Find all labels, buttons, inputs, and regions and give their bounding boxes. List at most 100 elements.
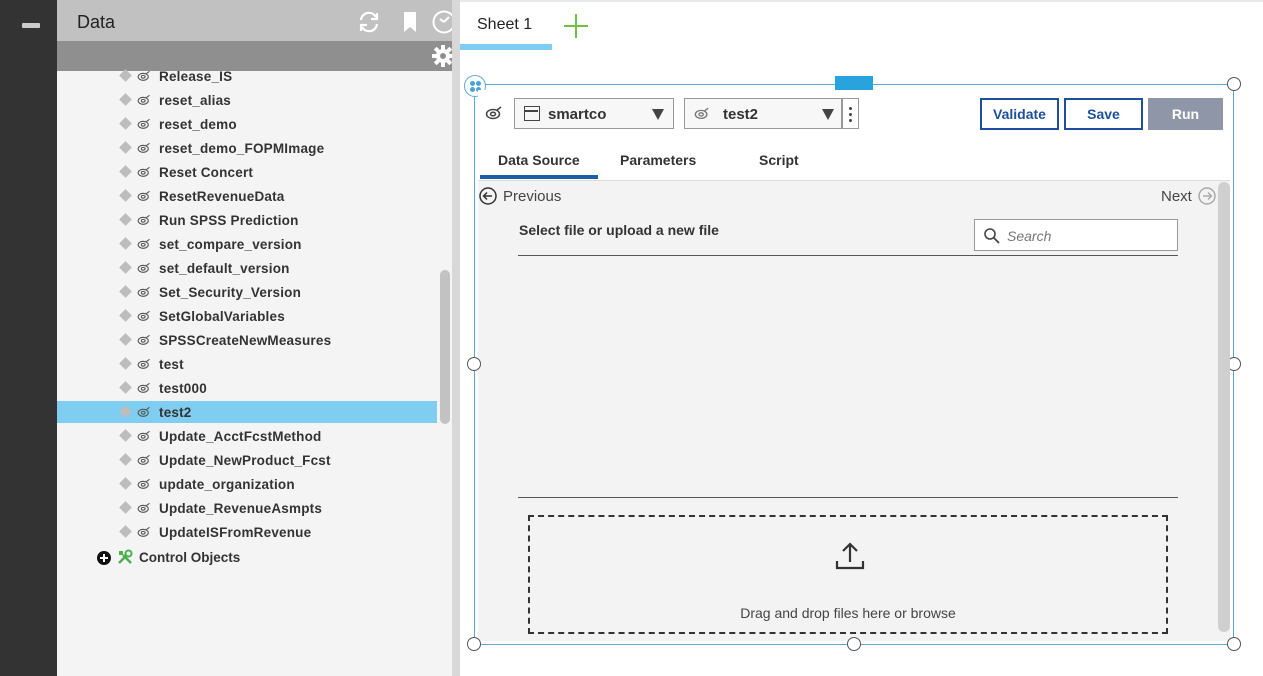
tree-item[interactable]: update_organization xyxy=(57,473,437,495)
panel-scrollbar-thumb[interactable] xyxy=(440,270,450,424)
process-icon xyxy=(137,262,150,273)
database-icon xyxy=(524,106,540,121)
diamond-icon xyxy=(119,381,132,394)
search-input[interactable] xyxy=(1007,226,1172,246)
collapse-panel-button[interactable] xyxy=(22,23,40,28)
resize-handle-bottom-left[interactable] xyxy=(467,637,481,651)
save-button[interactable]: Save xyxy=(1064,98,1143,130)
chevron-down-icon xyxy=(822,109,834,120)
tab-data-source[interactable]: Data Source xyxy=(498,152,580,168)
resize-handle-left[interactable] xyxy=(467,357,481,371)
tree-label: Update_NewProduct_Fcst xyxy=(159,453,331,468)
tree-label: Control Objects xyxy=(139,550,241,565)
server-select-value: smartco xyxy=(548,106,607,123)
bookmark-icon[interactable] xyxy=(397,9,423,35)
file-list[interactable] xyxy=(518,256,1178,497)
expand-icon[interactable] xyxy=(97,551,111,565)
process-icon xyxy=(137,430,150,441)
select-file-label: Select file or upload a new file xyxy=(519,222,719,238)
process-icon xyxy=(137,118,150,129)
previous-label: Previous xyxy=(503,188,562,205)
tab-script[interactable]: Script xyxy=(759,152,799,168)
tree-item[interactable]: SPSSCreateNewMeasures xyxy=(57,329,437,351)
tree-item[interactable]: reset_demo_FOPMImage xyxy=(57,137,437,159)
process-icon xyxy=(137,382,150,393)
tab-parameters[interactable]: Parameters xyxy=(620,152,696,168)
tree-item[interactable]: set_default_version xyxy=(57,257,437,279)
tree-label: Release_IS xyxy=(159,69,233,84)
tree-item[interactable]: UpdateISFromRevenue xyxy=(57,521,437,543)
next-button[interactable]: Next xyxy=(1158,186,1218,206)
tree-label: UpdateISFromRevenue xyxy=(159,525,312,540)
diamond-icon xyxy=(119,237,132,250)
data-panel: Data Release_IS reset_alias reset_demo r… xyxy=(57,0,460,676)
tree-item[interactable]: ResetRevenueData xyxy=(57,185,437,207)
process-select-value: test2 xyxy=(723,106,759,123)
tree-label: Set_Security_Version xyxy=(159,285,302,300)
refresh-icon[interactable] xyxy=(356,9,382,35)
app-root: Data Release_IS reset_alias reset_demo r… xyxy=(0,0,1263,676)
more-options-button[interactable] xyxy=(842,98,859,129)
diamond-icon xyxy=(119,141,132,154)
previous-button[interactable]: Previous xyxy=(479,186,579,206)
tree-item[interactable]: Update_NewProduct_Fcst xyxy=(57,449,437,471)
tree-label: SetGlobalVariables xyxy=(159,309,285,324)
diamond-icon xyxy=(119,453,132,466)
panel-title: Data xyxy=(77,12,116,32)
process-icon xyxy=(137,286,150,297)
diamond-icon xyxy=(119,357,132,370)
tree-label: Run SPSS Prediction xyxy=(159,213,299,228)
process-icon xyxy=(137,406,150,417)
tree-item[interactable]: test xyxy=(57,353,437,375)
process-icon xyxy=(485,106,502,120)
tree-item[interactable]: Run SPSS Prediction xyxy=(57,209,437,231)
diamond-icon xyxy=(119,525,132,538)
process-select[interactable]: test2 xyxy=(684,98,842,129)
process-icon xyxy=(137,454,150,465)
tree-node-control-objects[interactable]: Control Objects xyxy=(97,547,397,569)
tree-item[interactable]: set_compare_version xyxy=(57,233,437,255)
file-dropzone[interactable]: Drag and drop files here or browse xyxy=(528,515,1168,634)
diamond-icon xyxy=(119,93,132,106)
arrow-right-icon xyxy=(1198,187,1216,205)
tree-item[interactable]: Set_Security_Version xyxy=(57,281,437,303)
resize-handle-bottom-right[interactable] xyxy=(1227,637,1241,651)
tree-item[interactable]: Reset Concert xyxy=(57,161,437,183)
search-box[interactable] xyxy=(974,219,1178,251)
tree-label: test000 xyxy=(159,381,207,396)
tree-item[interactable]: reset_alias xyxy=(57,89,437,111)
add-sheet-icon[interactable] xyxy=(563,13,589,39)
tree-label: SPSSCreateNewMeasures xyxy=(159,333,332,348)
tree-item[interactable]: SetGlobalVariables xyxy=(57,305,437,327)
active-tab-indicator xyxy=(460,44,552,50)
diamond-icon xyxy=(119,405,132,418)
tree-item[interactable]: Update_AcctFcstMethod xyxy=(57,425,437,447)
process-icon xyxy=(694,107,709,120)
widget-drag-tab[interactable] xyxy=(835,76,873,95)
tree-item[interactable]: reset_demo xyxy=(57,113,437,135)
diamond-icon xyxy=(119,477,132,490)
process-icon xyxy=(137,166,150,177)
search-icon xyxy=(984,228,1000,244)
diamond-icon xyxy=(119,261,132,274)
tree-item[interactable]: Release_IS xyxy=(57,65,437,87)
widget-scrollbar[interactable] xyxy=(1218,182,1230,632)
tree-item[interactable]: test000 xyxy=(57,377,437,399)
tools-icon xyxy=(118,549,133,564)
tab-sheet-1[interactable]: Sheet 1 xyxy=(460,2,552,50)
panel-splitter[interactable] xyxy=(452,0,460,676)
tree-label: reset_demo xyxy=(159,117,237,132)
resize-handle-bottom[interactable] xyxy=(847,637,861,651)
process-icon xyxy=(137,310,150,321)
tree-label: reset_alias xyxy=(159,93,232,108)
diamond-icon xyxy=(119,333,132,346)
tree-label: Reset Concert xyxy=(159,165,254,180)
run-button[interactable]: Run xyxy=(1148,98,1223,130)
tree-item[interactable]: Update_RevenueAsmpts xyxy=(57,497,437,519)
validate-button[interactable]: Validate xyxy=(980,98,1059,130)
process-icon xyxy=(137,238,150,249)
tree-item[interactable]: test2 xyxy=(57,401,437,423)
tree-label: Update_RevenueAsmpts xyxy=(159,501,323,516)
resize-handle-top-right[interactable] xyxy=(1227,77,1241,91)
server-select[interactable]: smartco xyxy=(514,98,674,129)
